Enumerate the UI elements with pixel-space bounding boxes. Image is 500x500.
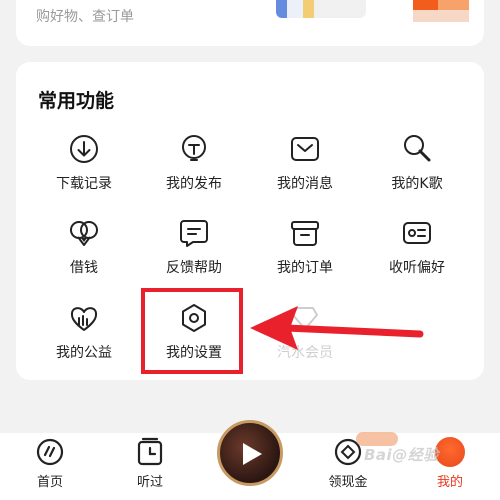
nav-me-label: 我的 bbox=[436, 475, 463, 490]
loan-icon bbox=[70, 221, 98, 246]
nav-cash-label: 领现金 bbox=[328, 475, 368, 490]
karaoke-mic-icon bbox=[404, 135, 431, 162]
my-posts-label: 我的发布 bbox=[166, 176, 222, 192]
blurred-banner-image bbox=[276, 0, 366, 18]
nav-history-label: 听过 bbox=[136, 475, 163, 490]
download-icon bbox=[70, 135, 98, 163]
nav-history[interactable]: 听过 bbox=[115, 437, 185, 490]
common-functions-title: 常用功能 bbox=[38, 90, 115, 112]
home-icon bbox=[36, 438, 64, 466]
my-orders-item[interactable]: 我的订单 bbox=[250, 217, 360, 287]
download-records-item[interactable]: 下载记录 bbox=[29, 133, 139, 203]
avatar-icon bbox=[435, 437, 465, 467]
history-icon bbox=[137, 437, 163, 466]
my-messages-item[interactable]: 我的消息 bbox=[250, 133, 360, 203]
pointer-arrow-icon bbox=[250, 306, 424, 350]
top-card-subtitle: 购好物、查订单 bbox=[36, 9, 134, 25]
feedback-help-item[interactable]: 反馈帮助 bbox=[139, 217, 249, 287]
listening-preference-item[interactable]: 收听偏好 bbox=[362, 217, 472, 287]
my-posts-item[interactable]: 我的发布 bbox=[139, 133, 249, 203]
feedback-icon bbox=[180, 220, 208, 247]
feedback-help-label: 反馈帮助 bbox=[166, 260, 222, 276]
my-orders-label: 我的订单 bbox=[277, 260, 333, 276]
my-karaoke-label: 我的K歌 bbox=[391, 176, 443, 192]
nav-home-label: 首页 bbox=[36, 475, 63, 490]
play-icon bbox=[243, 443, 262, 465]
now-playing-button[interactable] bbox=[217, 420, 283, 486]
my-karaoke-item[interactable]: 我的K歌 bbox=[362, 133, 472, 203]
download-records-label: 下载记录 bbox=[56, 176, 112, 192]
message-envelope-icon bbox=[291, 137, 319, 161]
settings-highlight-box bbox=[141, 288, 243, 374]
top-card[interactable]: 购好物、查订单 bbox=[16, 0, 484, 46]
lightbulb-icon bbox=[182, 135, 206, 161]
nav-home[interactable]: 首页 bbox=[15, 437, 85, 490]
my-charity-label: 我的公益 bbox=[56, 345, 112, 361]
watermark-text: Bai@经验 bbox=[364, 446, 439, 464]
my-charity-item[interactable]: 我的公益 bbox=[29, 302, 139, 372]
blurred-thumbnail-shadow bbox=[413, 10, 469, 22]
loan-label: 借钱 bbox=[70, 260, 98, 276]
preference-card-icon bbox=[403, 222, 431, 244]
order-box-icon bbox=[291, 221, 319, 246]
loan-item[interactable]: 借钱 bbox=[29, 217, 139, 287]
listening-preference-label: 收听偏好 bbox=[389, 260, 445, 276]
my-messages-label: 我的消息 bbox=[277, 176, 333, 192]
charity-heart-icon bbox=[70, 307, 98, 331]
